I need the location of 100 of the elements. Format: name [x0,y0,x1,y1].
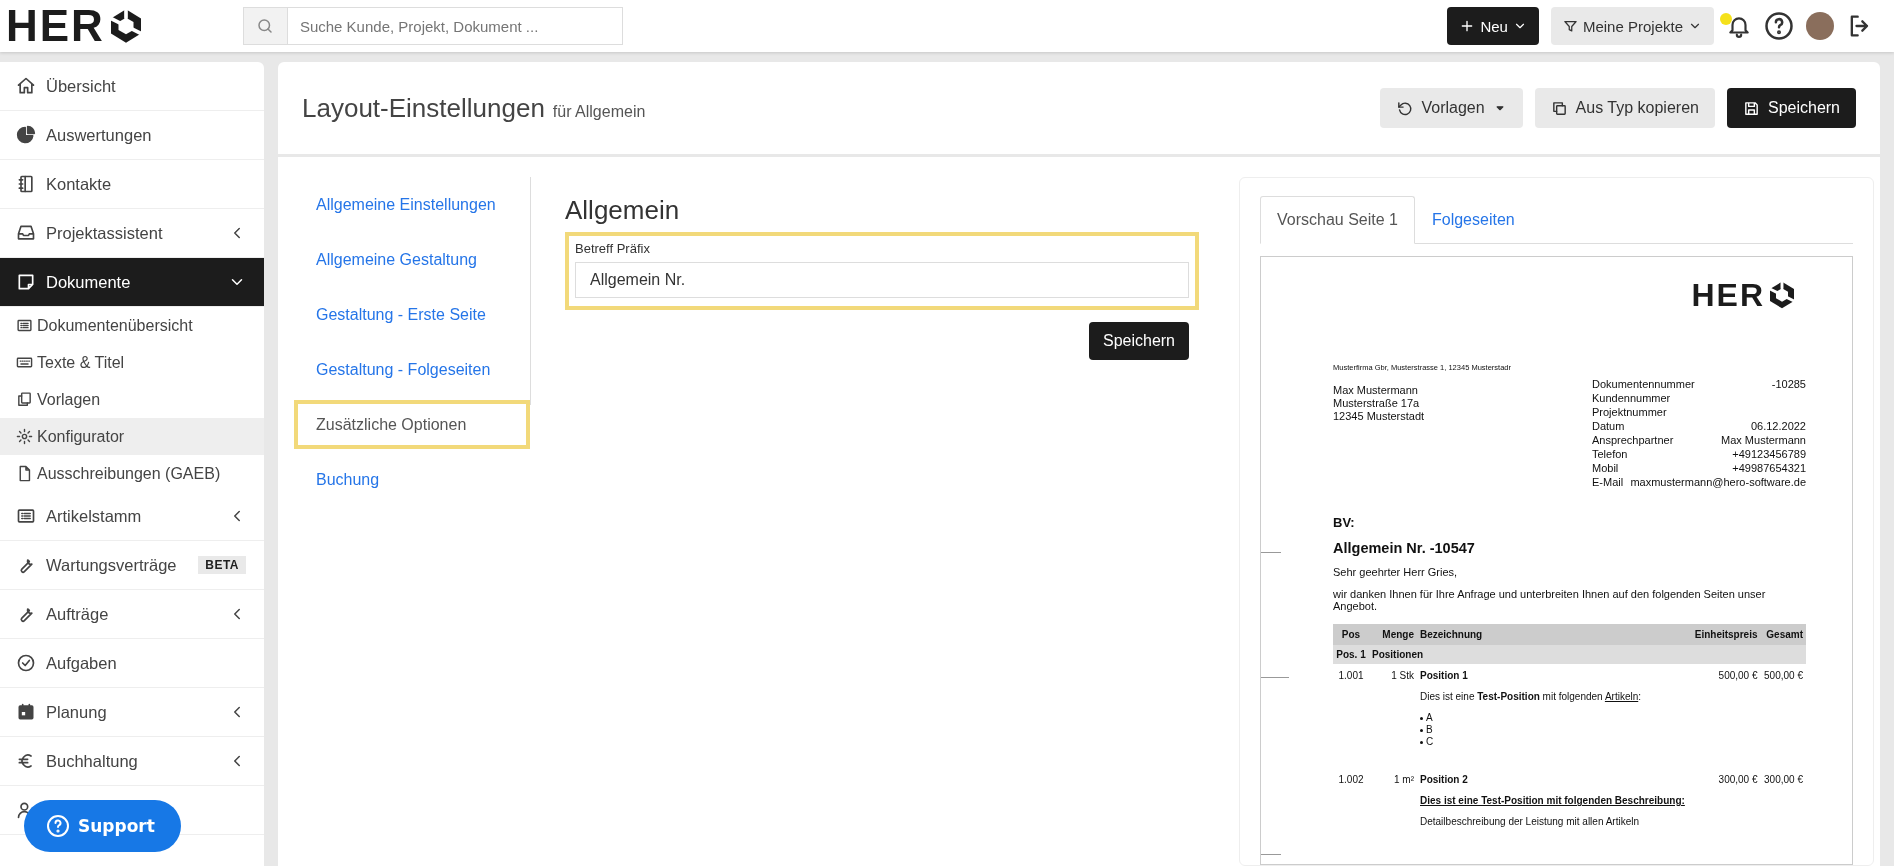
position-detail: Detailbeschreibung der Leistung mit allen Artikeln [1420,816,1640,827]
help-icon [46,814,70,838]
sidebar-item-label: Ausschreibungen (GAEB) [37,464,222,483]
save-button[interactable]: Speichern [1726,88,1856,128]
sidebar-item-label: Dokumentenübersicht [37,316,194,335]
input-field[interactable]: Allgemein Nr. [575,262,1189,298]
info-value: +49987654321 [1732,461,1806,475]
copy-icon [16,391,33,408]
recipient-line: Max Mustermann [1333,384,1419,397]
info-label: Projektnummer [1592,405,1667,419]
column-header: Gesamt [1760,624,1806,645]
hero-logo: HER [1333,279,1806,311]
sidebar-item[interactable]: Artikelstamm [0,492,264,541]
check-circle-icon [16,653,36,673]
bullet-item: C [1420,736,1688,748]
avatar[interactable] [1806,12,1834,40]
settings-nav-link[interactable]: Zusätzliche Optionen [294,400,530,449]
settings-nav-link[interactable]: Allgemeine Einstellungen [294,180,530,229]
info-label: Dokumentennummer [1592,377,1695,391]
search-icon [256,17,275,35]
filter-icon [1562,18,1578,34]
sidebar-item[interactable]: Wartungsverträge BETA [0,541,264,590]
column-header: Bezeichnung [1417,624,1691,645]
sidebar-item[interactable]: Dokumente [0,258,264,307]
settings-nav-link[interactable]: Buchung [294,455,530,504]
sidebar-item[interactable]: Kontakte [0,160,264,209]
sidebar-item[interactable]: Auswertungen [0,111,264,160]
sidebar-item-label: Aufgaben [46,653,118,673]
section-heading: Allgemein [565,195,681,226]
table-cell: 500,00 € [1690,664,1761,768]
info-label: E-Mail [1592,475,1624,489]
position-title: Position 1 [1420,670,1469,681]
copy-button[interactable]: Aus Typ kopieren [1534,88,1715,128]
settings-nav-link[interactable]: Allgemeine Gestaltung [294,235,530,284]
sidebar-item[interactable]: Aufgaben [0,639,264,688]
help-icon[interactable] [1764,11,1794,41]
settings-nav-link[interactable]: Gestaltung - Folgeseiten [294,345,530,394]
sidebar-item[interactable]: Vorlagen [0,381,264,418]
sidebar-item-label: Wartungsverträge [46,555,178,575]
search-field[interactable]: Suche Kunde, Projekt, Dokument ... [286,7,623,45]
page-title: Layout-Einstellungen [302,92,545,124]
info-value: maxmustermann@hero-software.de [1630,475,1806,489]
sidebar-item-label: Dokumente [46,272,132,292]
search-button[interactable] [242,7,287,45]
info-value: 06.12.2022 [1750,419,1806,433]
sidebar-item-label: Kontakte [46,174,113,194]
position-title: Position 2 [1420,774,1469,785]
info-label: Mobil [1592,461,1619,475]
settings-icon [16,428,33,445]
position-description: Dies ist eine Test-Position mit folgenden Artikeln: [1420,691,1643,702]
sidebar-item-label: Konfigurator [37,427,126,446]
info-label: Datum [1592,419,1625,433]
bullet-item: A [1420,712,1688,724]
sidebar-item[interactable]: Aufträge [0,590,264,639]
sidebar-item[interactable]: Buchhaltung [0,737,264,786]
sidebar-item[interactable]: Dokumentenübersicht [0,307,264,344]
sidebar-item[interactable]: Übersicht [0,62,264,111]
support-button[interactable]: Support [24,800,181,852]
sidebar-item-label: Übersicht [46,76,117,96]
bullet-item: B [1420,724,1688,736]
sidebar-item-label: Planung [46,702,108,722]
save-button[interactable]: Speichern [1088,322,1189,360]
table-cell: 1 Stk [1369,664,1417,768]
info-label: Kundennummer [1592,391,1671,405]
templates-button[interactable]: Vorlagen [1380,88,1523,128]
fold-mark [1261,552,1281,553]
sidebar-item[interactable]: Ausschreibungen (GAEB) [0,455,264,492]
sidebar-item-label: Texte & Titel [37,353,126,372]
preview-tab[interactable]: Folgeseiten [1414,196,1532,244]
calendar-icon [16,702,36,722]
position-description: Dies ist eine Test-Position mit folgenden Beschreibung: [1420,795,1686,806]
recipient-line: Musterstraße 17a [1333,397,1421,410]
table-cell: 1.001 [1333,664,1369,768]
table-cell-text: 1.002 [1337,773,1365,787]
new-button[interactable]: Neu [1447,7,1539,45]
hero-logo: HER [6,4,146,48]
recipient-line: 12345 Musterstadt [1333,410,1426,423]
sidebar-item[interactable]: Konfigurator [0,418,264,455]
list-icon [16,506,36,526]
table-cell-text: 300,00 € [1717,773,1759,787]
sidebar-item[interactable]: Planung [0,688,264,737]
table-cell: Positionen [1369,645,1806,664]
table-cell: 500,00 € [1760,664,1806,768]
sidebar-item[interactable]: Texte & Titel [0,344,264,381]
undo-icon [1396,99,1414,117]
sidebar-item-label: Aufträge [46,604,110,624]
copy-icon [1550,99,1568,117]
note-icon [16,272,36,292]
save-icon [1742,99,1760,117]
settings-nav-link[interactable]: Gestaltung - Erste Seite [294,290,530,339]
greeting: Sehr geehrter Herr Gries, [1333,566,1459,578]
filter-button[interactable]: Meine Projekte [1550,7,1714,45]
page-subtitle: für Allgemein [552,102,646,121]
preview-tab[interactable]: Vorschau Seite 1 [1260,196,1415,244]
beta-badge: BETA [198,556,246,574]
intro-text: wir danken Ihnen für Ihre Anfrage und unterbreiten Ihnen auf den folgenden Seiten unser Angebot. [1333,588,1767,612]
inbox-icon [16,223,36,243]
sidebar-item-label: Auswertungen [46,125,153,145]
document-subject: Allgemein Nr. -10547 [1333,540,1476,556]
info-label: Ansprechpartner [1592,433,1674,447]
